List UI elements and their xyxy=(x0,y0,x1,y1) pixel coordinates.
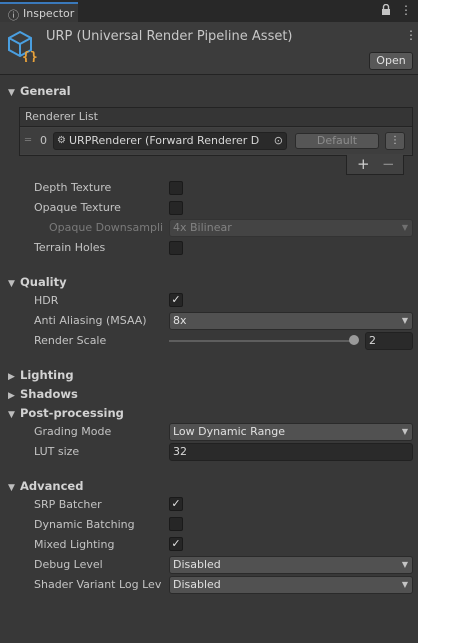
renderer-name: URPRenderer (Forward Renderer D xyxy=(69,134,260,147)
section-title: Post-processing xyxy=(20,406,124,420)
opaque-downsampling-label: Opaque Downsampli xyxy=(49,221,164,234)
shader-variant-log-dropdown[interactable]: Disabled ▼ xyxy=(169,576,413,594)
dropdown-value: Disabled xyxy=(173,578,221,591)
open-button[interactable]: Open xyxy=(369,52,413,70)
renderer-object-field[interactable]: ⚙ URPRenderer (Forward Renderer D ⊙ xyxy=(53,132,287,150)
asset-menu-icon[interactable]: ⋮ xyxy=(405,28,417,42)
dropdown-value: Disabled xyxy=(173,558,221,571)
anti-aliasing-label: Anti Aliasing (MSAA) xyxy=(34,314,147,327)
row-menu-icon[interactable]: ⋮ xyxy=(385,132,405,150)
chevron-down-icon: ▼ xyxy=(401,427,408,436)
renderer-asset-icon: ⚙ xyxy=(57,135,66,146)
hdr-label: HDR xyxy=(34,294,59,307)
mixed-lighting-label: Mixed Lighting xyxy=(34,538,115,551)
render-scale-label: Render Scale xyxy=(34,334,107,347)
opaque-texture-label: Opaque Texture xyxy=(34,201,121,214)
tab-inspector[interactable]: ⓘ Inspector xyxy=(0,2,78,22)
dropdown-value: Low Dynamic Range xyxy=(173,425,286,438)
grading-mode-dropdown[interactable]: Low Dynamic Range ▼ xyxy=(169,423,413,441)
shader-variant-log-label: Shader Variant Log Lev xyxy=(34,578,162,591)
lock-icon[interactable] xyxy=(381,3,391,17)
foldout-expanded-icon: ▼ xyxy=(8,88,15,98)
grading-mode-label: Grading Mode xyxy=(34,425,112,438)
asset-title: URP (Universal Render Pipeline Asset) xyxy=(46,29,293,44)
kebab-menu-icon[interactable]: ⋮ xyxy=(400,4,412,16)
info-icon: ⓘ xyxy=(8,9,19,22)
slider-thumb[interactable] xyxy=(349,335,359,345)
chevron-down-icon: ▼ xyxy=(401,223,408,232)
section-title: Advanced xyxy=(20,479,84,493)
renderer-list: Renderer List ═ 0 ⚙ URPRenderer (Forward… xyxy=(19,107,413,156)
section-quality[interactable]: ▼ Quality xyxy=(8,275,67,289)
opaque-downsampling-dropdown: 4x Bilinear ▼ xyxy=(169,219,413,237)
drag-handle-icon[interactable]: ═ xyxy=(25,135,31,146)
checkmark-icon: ✓ xyxy=(171,293,181,306)
dropdown-value: 4x Bilinear xyxy=(173,221,232,234)
foldout-expanded-icon: ▼ xyxy=(8,483,15,493)
depth-texture-checkbox[interactable] xyxy=(169,181,183,195)
object-picker-icon[interactable]: ⊙ xyxy=(274,134,283,147)
depth-texture-label: Depth Texture xyxy=(34,181,112,194)
inspector-panel: ⓘ Inspector ⋮ {} URP (Universal Render P… xyxy=(0,0,418,643)
hdr-checkbox[interactable]: ✓ xyxy=(169,293,183,307)
checkmark-icon: ✓ xyxy=(171,537,181,550)
renderer-list-header: Renderer List xyxy=(20,108,412,127)
section-title: General xyxy=(20,84,71,98)
foldout-expanded-icon: ▼ xyxy=(8,410,15,420)
section-title: Shadows xyxy=(20,387,78,401)
lut-size-field[interactable]: 32 xyxy=(169,443,413,461)
add-renderer-button[interactable]: + xyxy=(357,155,370,173)
dropdown-value: 8x xyxy=(173,314,187,327)
foldout-collapsed-icon: ▶ xyxy=(8,391,15,401)
section-title: Lighting xyxy=(20,368,74,382)
render-pipeline-asset-icon: {} xyxy=(8,30,38,65)
tab-label: Inspector xyxy=(23,7,75,20)
list-item: ═ 0 ⚙ URPRenderer (Forward Renderer D ⊙ … xyxy=(20,128,412,154)
debug-level-label: Debug Level xyxy=(34,558,103,571)
terrain-holes-checkbox[interactable] xyxy=(169,241,183,255)
chevron-down-icon: ▼ xyxy=(401,316,408,325)
mixed-lighting-checkbox[interactable]: ✓ xyxy=(169,537,183,551)
renderer-list-title: Renderer List xyxy=(25,110,98,123)
section-post-processing[interactable]: ▼ Post-processing xyxy=(8,406,124,420)
opaque-texture-checkbox[interactable] xyxy=(169,201,183,215)
foldout-expanded-icon: ▼ xyxy=(8,279,15,289)
section-advanced[interactable]: ▼ Advanced xyxy=(8,479,83,493)
srp-batcher-label: SRP Batcher xyxy=(34,498,102,511)
chevron-down-icon: ▼ xyxy=(401,580,408,589)
row-index: 0 xyxy=(40,134,47,147)
section-lighting[interactable]: ▶ Lighting xyxy=(8,368,74,382)
foldout-collapsed-icon: ▶ xyxy=(8,372,15,382)
chevron-down-icon: ▼ xyxy=(401,560,408,569)
debug-level-dropdown[interactable]: Disabled ▼ xyxy=(169,556,413,574)
section-title: Quality xyxy=(20,275,67,289)
srp-batcher-checkbox[interactable]: ✓ xyxy=(169,497,183,511)
render-scale-slider[interactable] xyxy=(169,340,355,342)
render-scale-field[interactable]: 2 xyxy=(365,332,413,350)
remove-renderer-button[interactable]: − xyxy=(382,155,395,173)
section-shadows[interactable]: ▶ Shadows xyxy=(8,387,78,401)
svg-text:{}: {} xyxy=(22,50,38,62)
asset-header: {} URP (Universal Render Pipeline Asset)… xyxy=(0,22,418,75)
lut-size-label: LUT size xyxy=(34,445,80,458)
renderer-list-footer: + − xyxy=(346,155,404,175)
dynamic-batching-label: Dynamic Batching xyxy=(34,518,135,531)
default-button[interactable]: Default xyxy=(295,133,379,149)
anti-aliasing-dropdown[interactable]: 8x ▼ xyxy=(169,312,413,330)
terrain-holes-label: Terrain Holes xyxy=(34,241,106,254)
section-general[interactable]: ▼ General xyxy=(8,84,71,98)
tab-bar: ⓘ Inspector ⋮ xyxy=(0,0,418,22)
checkmark-icon: ✓ xyxy=(171,497,181,510)
dynamic-batching-checkbox[interactable] xyxy=(169,517,183,531)
